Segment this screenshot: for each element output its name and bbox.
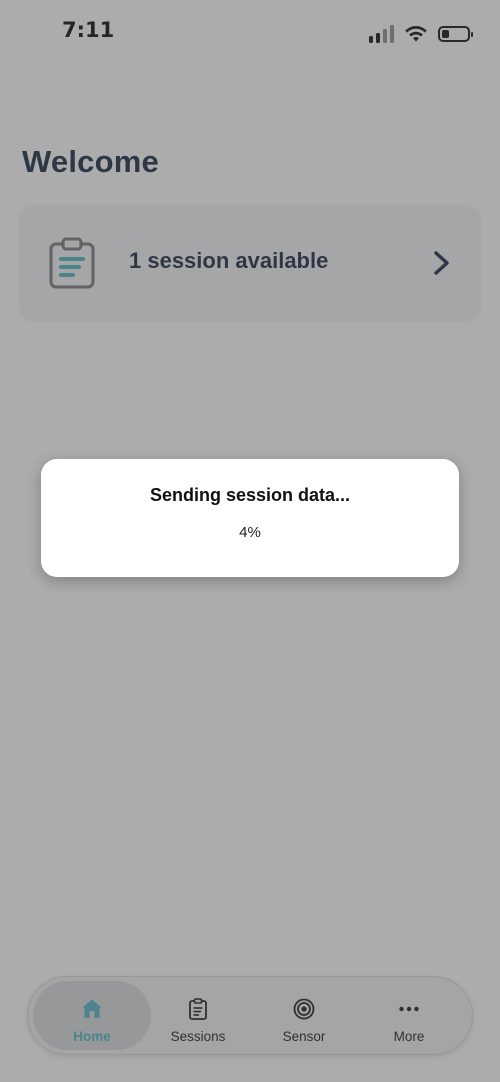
dialog-title: Sending session data... <box>149 485 351 505</box>
progress-percent: 4% <box>239 524 261 541</box>
app-screen: 7:11 Welcome 1 session available Home Se… <box>0 0 500 1082</box>
sending-progress-dialog: Sending session data... 4% <box>41 459 459 577</box>
